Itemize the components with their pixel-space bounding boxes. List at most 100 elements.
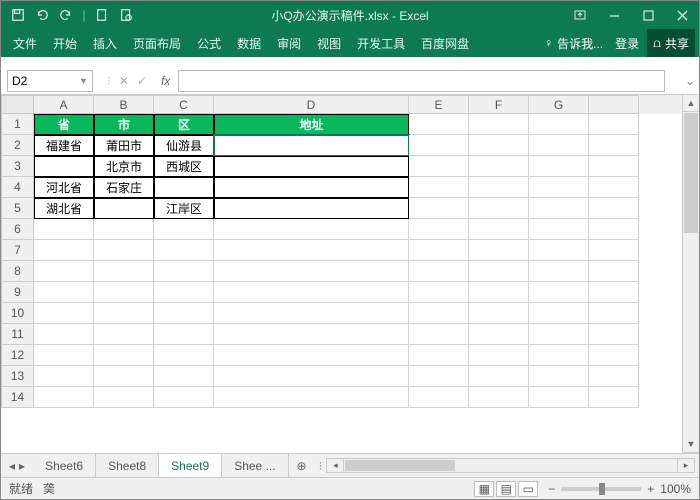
cell[interactable] [589, 135, 639, 156]
cell[interactable] [469, 261, 529, 282]
cell[interactable] [214, 366, 409, 387]
zoom-out-button[interactable]: − [548, 482, 555, 496]
cell[interactable] [94, 282, 154, 303]
col-header[interactable]: A [34, 95, 94, 114]
cell[interactable] [214, 198, 409, 219]
sheet-tab-active[interactable]: Sheet9 [159, 454, 222, 477]
cell[interactable] [34, 366, 94, 387]
cell[interactable] [154, 282, 214, 303]
cell[interactable] [589, 345, 639, 366]
chevron-down-icon[interactable]: ▼ [79, 76, 88, 86]
vertical-scrollbar[interactable]: ▲ ▼ [682, 95, 699, 453]
cell[interactable] [409, 387, 469, 408]
row-header[interactable]: 12 [1, 345, 34, 366]
tab-baidu[interactable]: 百度网盘 [413, 29, 477, 57]
row-header[interactable]: 6 [1, 219, 34, 240]
undo-button[interactable] [31, 4, 53, 26]
cell[interactable] [214, 156, 409, 177]
pagebreak-view-button[interactable]: ▭ [518, 481, 538, 497]
cell[interactable] [214, 177, 409, 198]
cell[interactable] [589, 261, 639, 282]
cell[interactable] [34, 261, 94, 282]
row-header[interactable]: 2 [1, 135, 34, 156]
row-header[interactable]: 13 [1, 366, 34, 387]
cell[interactable] [94, 198, 154, 219]
tab-formulas[interactable]: 公式 [189, 29, 229, 57]
zoom-in-button[interactable]: + [647, 482, 654, 496]
scroll-up-button[interactable]: ▲ [683, 95, 699, 112]
zoom-thumb[interactable] [599, 483, 605, 495]
cell[interactable] [529, 177, 589, 198]
cancel-button[interactable]: ✕ [119, 74, 129, 88]
cell[interactable] [589, 282, 639, 303]
tell-me-button[interactable]: ♀告诉我... [538, 29, 609, 57]
cell[interactable]: 西城区 [154, 156, 214, 177]
cell[interactable] [34, 240, 94, 261]
cell[interactable] [154, 324, 214, 345]
expand-formula-button[interactable]: ⌄ [681, 74, 699, 88]
cell[interactable] [34, 387, 94, 408]
cell[interactable] [589, 198, 639, 219]
sheet-tab[interactable]: Sheet6 [33, 454, 96, 477]
cell[interactable] [214, 303, 409, 324]
cell[interactable] [409, 324, 469, 345]
cell[interactable] [589, 177, 639, 198]
row-header[interactable]: 3 [1, 156, 34, 177]
cell[interactable] [469, 240, 529, 261]
tab-home[interactable]: 开始 [45, 29, 85, 57]
cell[interactable] [469, 219, 529, 240]
cell[interactable] [94, 387, 154, 408]
scroll-down-button[interactable]: ▼ [683, 436, 699, 453]
login-button[interactable]: 登录 [609, 29, 645, 57]
cell[interactable] [469, 324, 529, 345]
tab-view[interactable]: 视图 [309, 29, 349, 57]
cell[interactable] [154, 177, 214, 198]
cell[interactable] [589, 219, 639, 240]
save-button[interactable] [7, 4, 29, 26]
row-header[interactable]: 14 [1, 387, 34, 408]
tab-file[interactable]: 文件 [5, 29, 45, 57]
select-all-corner[interactable] [1, 95, 34, 114]
cell[interactable] [409, 366, 469, 387]
cell[interactable]: 福建省 [34, 135, 94, 156]
cell[interactable] [154, 261, 214, 282]
cell[interactable]: 区 [154, 114, 214, 135]
cell[interactable] [94, 324, 154, 345]
cell[interactable] [214, 261, 409, 282]
cell[interactable] [34, 303, 94, 324]
cell[interactable] [589, 324, 639, 345]
tab-nav[interactable]: ◂▸ [1, 454, 33, 477]
scroll-left-button[interactable]: ◂ [327, 459, 344, 472]
cell[interactable] [529, 114, 589, 135]
sheet-tab[interactable]: Sheet8 [96, 454, 159, 477]
cell[interactable] [529, 324, 589, 345]
cell[interactable] [469, 345, 529, 366]
cell[interactable] [34, 324, 94, 345]
name-box[interactable]: D2 ▼ [7, 70, 93, 92]
cell[interactable] [34, 282, 94, 303]
pagelayout-view-button[interactable]: ▤ [496, 481, 516, 497]
cell[interactable] [214, 282, 409, 303]
cell[interactable] [469, 366, 529, 387]
cell[interactable] [214, 324, 409, 345]
fx-icon[interactable]: fx [161, 74, 170, 88]
col-header[interactable]: D [214, 95, 409, 114]
cell[interactable] [409, 219, 469, 240]
cell[interactable] [469, 135, 529, 156]
cell[interactable] [154, 303, 214, 324]
cell[interactable] [214, 345, 409, 366]
cell[interactable] [529, 240, 589, 261]
cell[interactable] [214, 135, 409, 156]
cell[interactable] [529, 345, 589, 366]
cell[interactable]: 湖北省 [34, 198, 94, 219]
cell[interactable] [409, 303, 469, 324]
col-header[interactable]: F [469, 95, 529, 114]
scroll-thumb[interactable] [345, 460, 455, 471]
cell[interactable] [154, 219, 214, 240]
cell[interactable] [469, 114, 529, 135]
tab-review[interactable]: 审阅 [269, 29, 309, 57]
cell[interactable] [469, 156, 529, 177]
cell[interactable]: 莆田市 [94, 135, 154, 156]
zoom-value[interactable]: 100% [660, 482, 691, 496]
cell[interactable] [469, 177, 529, 198]
